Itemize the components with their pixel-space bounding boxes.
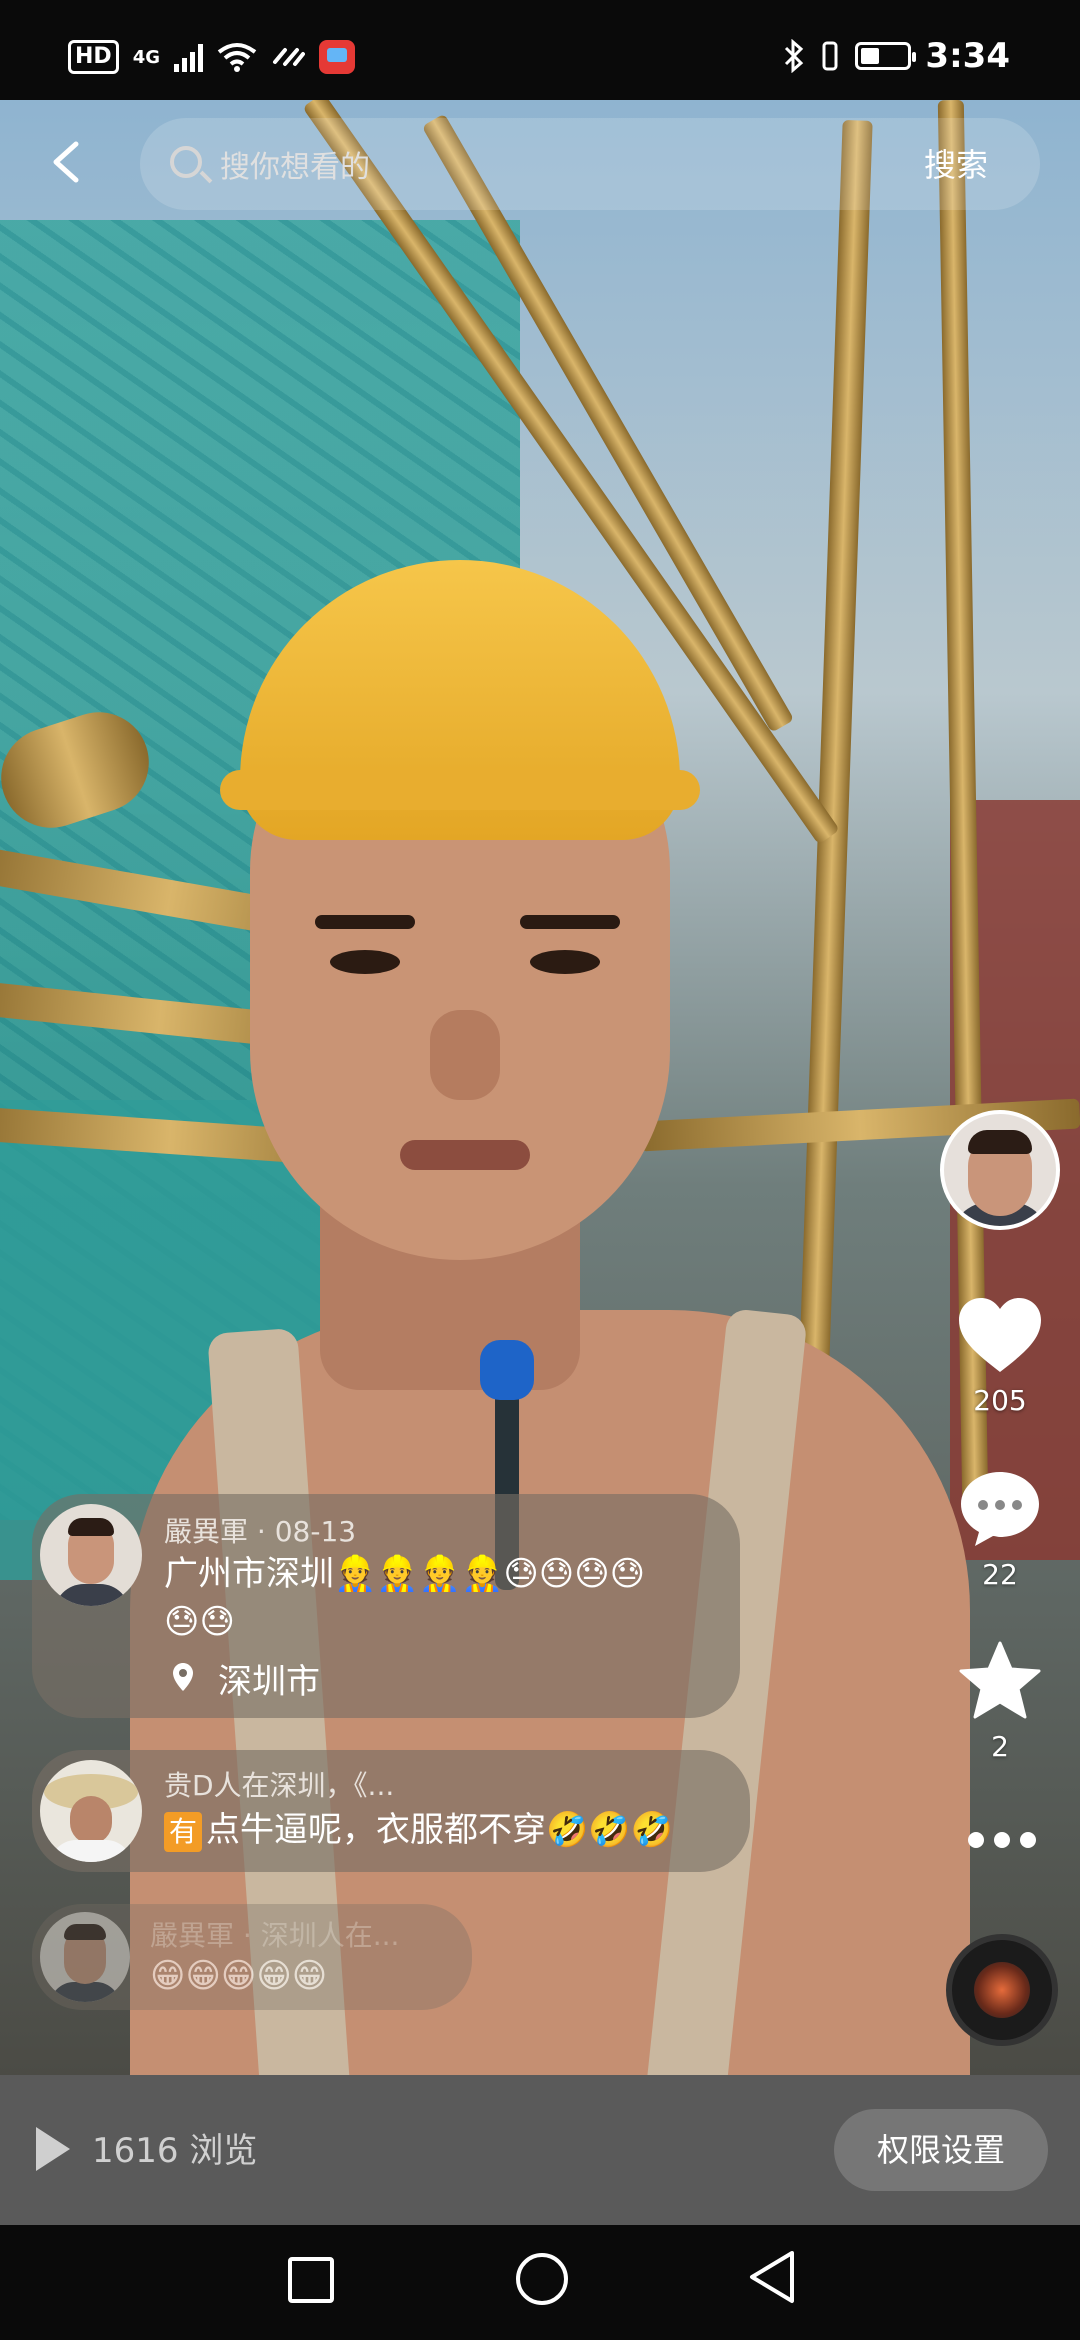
- play-icon: [36, 2127, 70, 2171]
- clock: 3:34: [925, 36, 1010, 76]
- system-nav-bar: [0, 2225, 1080, 2340]
- chin-strap-clip: [480, 1340, 534, 1400]
- bluetooth-icon: [785, 39, 804, 73]
- post-card[interactable]: 嚴異軍 · 08-13 广州市深圳👷👷👷👷😓😓😓😓 😓😓 深圳市: [32, 1494, 740, 1718]
- like-button[interactable]: 205: [940, 1296, 1060, 1417]
- favorite-button[interactable]: 2: [940, 1640, 1060, 1763]
- search-icon: [170, 146, 202, 178]
- like-count: 205: [973, 1384, 1027, 1417]
- battery-icon: [855, 42, 917, 70]
- comment-count: 22: [982, 1558, 1018, 1591]
- comment-author[interactable]: 贵D人在深圳，《...: [164, 1764, 394, 1804]
- hard-hat-rim: [220, 770, 700, 810]
- network-type: 4G: [132, 46, 160, 68]
- post-text: 广州市深圳👷👷👷👷😓😓😓😓 😓😓: [164, 1550, 724, 1646]
- home-icon[interactable]: [516, 2253, 568, 2305]
- star-icon: [959, 1641, 1041, 1719]
- search-bar[interactable]: 搜你想看的 搜索: [140, 118, 1040, 210]
- status-bar: HD 4G 3:34: [0, 0, 1080, 100]
- bottom-bar: 1616 浏览 权限设置: [0, 2075, 1080, 2225]
- post-emojis-line2: 😓😓: [164, 1602, 235, 1642]
- hd-badge: HD: [68, 40, 119, 74]
- author-avatar[interactable]: [940, 1110, 1060, 1230]
- commenter-avatar[interactable]: [40, 1760, 142, 1862]
- post-emojis: 👷👷👷👷😓😓😓😓: [334, 1554, 646, 1594]
- mouth: [400, 1140, 530, 1170]
- eye: [530, 950, 600, 974]
- comment-body: 点牛逼呢，衣服都不穿: [206, 1810, 546, 1850]
- link-icon: [273, 48, 305, 66]
- comment-bubble-icon: [961, 1472, 1039, 1546]
- view-count: 1616 浏览: [92, 2131, 258, 2171]
- search-input[interactable]: 搜你想看的: [220, 142, 370, 186]
- more-options-icon[interactable]: [968, 1832, 1036, 1848]
- location-pin-icon: [173, 1663, 193, 1691]
- eyebrow: [315, 915, 415, 929]
- avatar-hair: [968, 1130, 1032, 1154]
- eyebrow: [520, 915, 620, 929]
- nav-back-icon[interactable]: [744, 2247, 798, 2307]
- comment-emojis: 🤣🤣🤣: [546, 1810, 674, 1850]
- post-author[interactable]: 嚴異軍: [164, 1515, 248, 1548]
- heart-icon: [959, 1298, 1041, 1372]
- comment-card-faded[interactable]: 嚴異軍 · 深圳人在... 😁😁😁😁😁: [32, 1904, 472, 2010]
- signal-icon: [174, 42, 203, 72]
- post-date: 08-13: [274, 1515, 357, 1548]
- comment-text: 有点牛逼呢，衣服都不穿🤣🤣🤣: [164, 1806, 744, 1854]
- back-arrow-icon[interactable]: [46, 140, 86, 184]
- search-button[interactable]: 搜索: [924, 140, 988, 186]
- comment-card[interactable]: 贵D人在深圳，《... 有点牛逼呢，衣服都不穿🤣🤣🤣: [32, 1750, 750, 1872]
- comment-tag: 有: [164, 1811, 202, 1852]
- permission-settings-button[interactable]: 权限设置: [834, 2109, 1048, 2191]
- battery-fill: [861, 48, 880, 64]
- post-author-avatar[interactable]: [40, 1504, 142, 1606]
- eye: [330, 950, 400, 974]
- post-caption: 广州市深圳: [164, 1554, 334, 1594]
- comment-button[interactable]: 22: [940, 1468, 1060, 1591]
- status-left: HD 4G: [68, 40, 355, 74]
- wifi-icon: [217, 43, 257, 72]
- status-right: 3:34: [783, 36, 1010, 76]
- comment-emojis-2: 😁😁😁😁😁: [150, 1956, 328, 1996]
- vibrate-icon: [822, 41, 838, 71]
- nose: [430, 1010, 500, 1100]
- recent-apps-icon[interactable]: [288, 2257, 334, 2303]
- post-meta: 嚴異軍 · 08-13: [164, 1515, 357, 1548]
- commenter-avatar-2[interactable]: [40, 1912, 130, 2002]
- favorite-count: 2: [991, 1730, 1009, 1763]
- comment-author-2: 嚴異軍 · 深圳人在...: [150, 1919, 400, 1952]
- location-label[interactable]: 深圳市: [218, 1654, 320, 1703]
- app-notification-icon: [319, 40, 355, 74]
- music-disc-icon[interactable]: [946, 1934, 1058, 2046]
